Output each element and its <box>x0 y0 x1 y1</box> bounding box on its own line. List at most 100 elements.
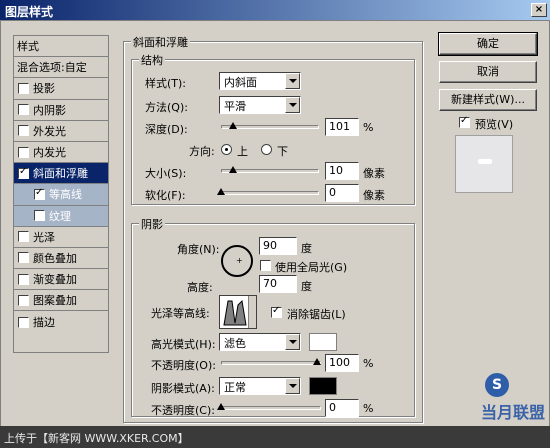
window-title-bar[interactable]: 图层样式 × <box>0 0 550 20</box>
shadow-color-swatch[interactable] <box>309 377 337 395</box>
preview-checkbox[interactable] <box>459 115 470 128</box>
direction-up-label: 上 <box>237 145 248 158</box>
angle-dial-center-icon: + <box>236 256 243 265</box>
chevron-down-icon <box>248 296 256 328</box>
style-list: 样式 混合选项:自定 投影 内阴影 外发光 内发光 斜面和浮雕 等高线 纹理 光… <box>13 35 109 353</box>
sidebar-item-label: 光泽 <box>33 230 55 244</box>
sidebar-item-label: 斜面和浮雕 <box>33 167 88 181</box>
highlight-mode-select[interactable]: 滤色 <box>219 333 301 351</box>
direction-up-radio[interactable] <box>221 144 232 155</box>
sidebar-item-inner-shadow[interactable]: 内阴影 <box>14 100 108 121</box>
upload-credit-text: 上传于【新客网 WWW.XKER.COM】 <box>4 432 189 445</box>
checkbox[interactable] <box>18 125 29 137</box>
highlight-mode-label: 高光模式(H): <box>151 338 216 351</box>
sidebar-item-drop-shadow[interactable]: 投影 <box>14 78 108 100</box>
highlight-opacity-label: 不透明度(O): <box>151 359 216 372</box>
shadow-mode-label: 阴影模式(A): <box>151 382 215 395</box>
chevron-down-icon <box>285 334 300 350</box>
angle-input[interactable]: 90 <box>259 237 297 255</box>
sidebar-item-label: 图案叠加 <box>33 294 77 308</box>
altitude-input[interactable]: 70 <box>259 275 297 293</box>
depth-slider-thumb[interactable] <box>229 122 237 129</box>
angle-unit: 度 <box>301 242 312 255</box>
method-label: 方法(Q): <box>145 101 188 114</box>
contour-curve-icon <box>222 297 248 327</box>
style-preview-thumbnail <box>455 135 513 193</box>
highlight-opacity-input[interactable]: 100 <box>325 354 359 372</box>
bevel-emboss-title: 斜面和浮雕 <box>131 34 190 50</box>
highlight-opacity-slider-thumb[interactable] <box>313 358 321 365</box>
gloss-contour-picker[interactable] <box>219 295 257 329</box>
method-select[interactable]: 平滑 <box>219 96 301 114</box>
checkbox[interactable] <box>18 82 29 94</box>
sidebar-item-satin[interactable]: 光泽 <box>14 227 108 248</box>
checkbox[interactable] <box>18 273 29 285</box>
shadow-mode-value: 正常 <box>224 381 246 394</box>
style-select[interactable]: 内斜面 <box>219 72 301 90</box>
direction-label: 方向: <box>189 145 215 158</box>
highlight-opacity-unit: % <box>363 357 374 370</box>
highlight-color-swatch[interactable] <box>309 333 337 351</box>
sidebar-item-styles[interactable]: 样式 <box>14 36 108 58</box>
gloss-contour-label: 光泽等高线: <box>151 307 210 320</box>
soften-slider[interactable] <box>221 191 319 195</box>
sidebar-item-contour[interactable]: 等高线 <box>14 184 108 206</box>
size-unit: 像素 <box>363 167 385 180</box>
sidebar-item-color-overlay[interactable]: 颜色叠加 <box>14 248 108 270</box>
highlight-mode-value: 滤色 <box>224 337 246 350</box>
size-label: 大小(S): <box>145 167 187 180</box>
dialog-body: 样式 混合选项:自定 投影 内阴影 外发光 内发光 斜面和浮雕 等高线 纹理 光… <box>0 20 550 448</box>
checkbox[interactable] <box>18 316 29 328</box>
sidebar-item-label: 颜色叠加 <box>33 251 77 265</box>
direction-down-label: 下 <box>277 145 288 158</box>
depth-label: 深度(D): <box>145 123 188 136</box>
style-select-value: 内斜面 <box>224 76 257 89</box>
checkbox[interactable] <box>34 187 45 200</box>
checkbox[interactable] <box>18 294 29 306</box>
checkbox[interactable] <box>18 146 29 158</box>
size-slider-thumb[interactable] <box>229 166 237 173</box>
method-select-value: 平滑 <box>224 100 246 113</box>
checkbox[interactable] <box>18 166 29 179</box>
sidebar-item-gradient-overlay[interactable]: 渐变叠加 <box>14 269 108 291</box>
sidebar-item-label: 样式 <box>17 40 39 54</box>
shadow-mode-select[interactable]: 正常 <box>219 377 301 395</box>
sidebar-item-bevel-emboss[interactable]: 斜面和浮雕 <box>14 163 108 185</box>
depth-input[interactable]: 101 <box>325 118 359 136</box>
sidebar-item-label: 渐变叠加 <box>33 273 77 287</box>
sidebar-item-stroke[interactable]: 描边 <box>14 311 108 332</box>
sidebar-item-inner-glow[interactable]: 内发光 <box>14 142 108 164</box>
soften-input[interactable]: 0 <box>325 184 359 202</box>
sidebar-item-label: 内阴影 <box>33 103 66 117</box>
checkbox[interactable] <box>18 104 29 116</box>
sidebar-item-outer-glow[interactable]: 外发光 <box>14 121 108 142</box>
size-input[interactable]: 10 <box>325 162 359 180</box>
checkbox[interactable] <box>34 210 45 222</box>
cancel-button[interactable]: 取消 <box>439 61 537 83</box>
sidebar-item-pattern-overlay[interactable]: 图案叠加 <box>14 290 108 312</box>
close-button[interactable]: × <box>531 3 547 17</box>
global-light-checkbox[interactable] <box>260 260 271 271</box>
shadow-opacity-slider-thumb[interactable] <box>217 403 225 410</box>
watermark-text: 当月联盟 <box>480 403 545 422</box>
soften-slider-thumb[interactable] <box>217 188 225 195</box>
chevron-down-icon <box>285 97 300 113</box>
sidebar-item-blending-options[interactable]: 混合选项:自定 <box>14 57 108 79</box>
shadow-opacity-label: 不透明度(C): <box>151 404 215 417</box>
shadow-opacity-unit: % <box>363 402 374 415</box>
highlight-opacity-slider[interactable] <box>221 361 321 365</box>
altitude-label: 高度: <box>187 281 213 294</box>
sidebar-item-label: 投影 <box>33 82 55 96</box>
shadow-opacity-input[interactable]: 0 <box>325 399 359 417</box>
sidebar-item-texture[interactable]: 纹理 <box>14 205 108 227</box>
antialias-checkbox[interactable] <box>271 305 282 318</box>
depth-unit: % <box>363 121 374 134</box>
window-title: 图层样式 <box>5 5 54 19</box>
angle-dial[interactable]: + <box>221 245 253 277</box>
checkbox[interactable] <box>18 231 29 243</box>
ok-button[interactable]: 确定 <box>438 32 538 56</box>
direction-down-radio[interactable] <box>261 144 272 155</box>
checkbox[interactable] <box>18 252 29 264</box>
shadow-opacity-slider[interactable] <box>221 406 321 410</box>
new-style-button[interactable]: 新建样式(W)... <box>439 89 537 111</box>
